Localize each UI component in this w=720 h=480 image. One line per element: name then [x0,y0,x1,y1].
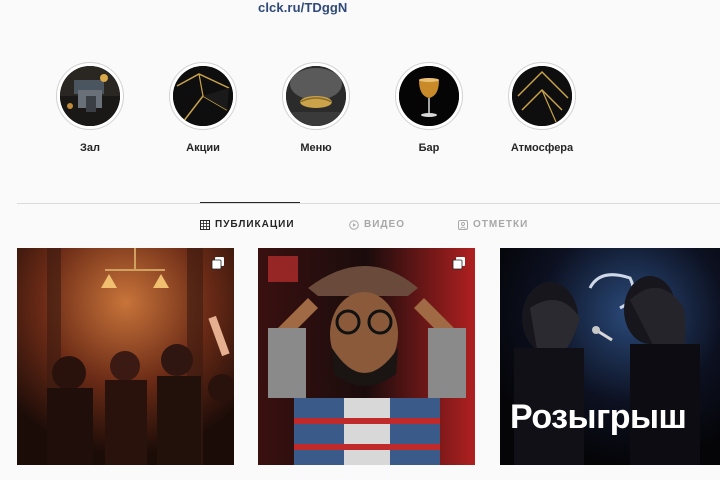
highlight-label: Атмосфера [510,142,574,154]
tab-label: ПУБЛИКАЦИИ [215,219,295,230]
gold-lines-thumbnail-icon [512,66,572,126]
highlight-zal[interactable]: Зал [45,62,135,154]
tab-publications[interactable]: ПУБЛИКАЦИИ [200,219,295,230]
man-photo [258,248,475,465]
highlight-ring[interactable] [282,62,350,130]
highlight-label: Меню [300,142,332,154]
bio-link[interactable]: clck.ru/TDggN [258,0,347,15]
highlight-ring[interactable] [56,62,124,130]
highlight-akcii[interactable]: Акции [158,62,248,154]
giveaway-overlay-text: Розыгрыш [510,398,687,436]
story-highlights: Зал Акции Меню Бар Атмосфера [0,62,720,162]
highlight-menu[interactable]: Меню [271,62,361,154]
gold-lines-thumbnail-icon [173,66,233,126]
tagged-icon [458,219,468,230]
cocktail-glass-thumbnail-icon [399,66,459,126]
highlight-ring[interactable] [395,62,463,130]
party-photo [17,248,234,465]
profile-tabs: ПУБЛИКАЦИИ ВИДЕО ОТМЕТКИ [0,219,720,235]
posts-grid: Розыгрыш [0,248,720,480]
tab-label: ВИДЕО [364,219,405,230]
highlight-atmosfera[interactable]: Атмосфера [497,62,587,154]
carousel-icon [211,257,224,270]
grid-icon [200,219,210,230]
post-giveaway[interactable]: Розыгрыш [500,248,720,465]
highlight-label: Акции [186,142,220,154]
carousel-icon [452,257,465,270]
highlight-label: Зал [80,142,100,154]
gold-lips-thumbnail-icon [286,66,346,126]
active-tab-indicator [200,202,300,203]
highlight-label: Бар [418,142,440,154]
highlight-ring[interactable] [508,62,576,130]
profile-page: clck.ru/TDggN Зал Акции Меню Бар Атмосфе… [0,0,720,480]
tab-label: ОТМЕТКИ [473,219,529,230]
highlight-bar[interactable]: Бар [384,62,474,154]
tab-video[interactable]: ВИДЕО [349,219,405,230]
post-party-crowd[interactable] [17,248,234,465]
highlight-ring[interactable] [169,62,237,130]
tab-tagged[interactable]: ОТМЕТКИ [458,219,528,230]
post-man-photo-frame[interactable] [258,248,475,465]
tabs-divider [17,203,720,204]
hall-thumbnail-icon [60,66,120,126]
reels-icon [349,219,359,230]
